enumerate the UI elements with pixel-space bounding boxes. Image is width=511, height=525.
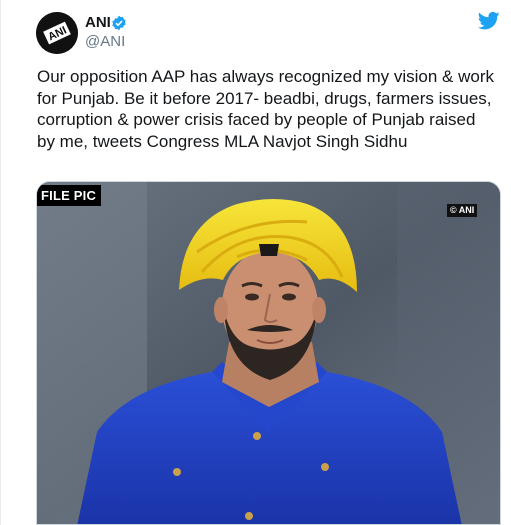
author-name[interactable]: ANI [85,14,111,32]
author-avatar[interactable]: ANI [36,12,78,54]
verified-badge-icon [112,15,126,31]
tweet-text: Our opposition AAP has always recognized… [37,67,495,151]
photo-illustration [37,182,500,524]
twitter-bird-icon[interactable] [478,11,500,31]
file-pic-label: FILE PIC [37,185,102,206]
tweet-photo[interactable]: FILE PIC © ANI [36,181,501,525]
ani-logo-icon: ANI [36,12,78,54]
tweet-card[interactable]: ANI ANI @ANI Our opposition AAP has alwa… [0,0,511,525]
photo-credit-watermark: © ANI [447,204,478,217]
author-handle[interactable]: @ANI [85,33,125,51]
